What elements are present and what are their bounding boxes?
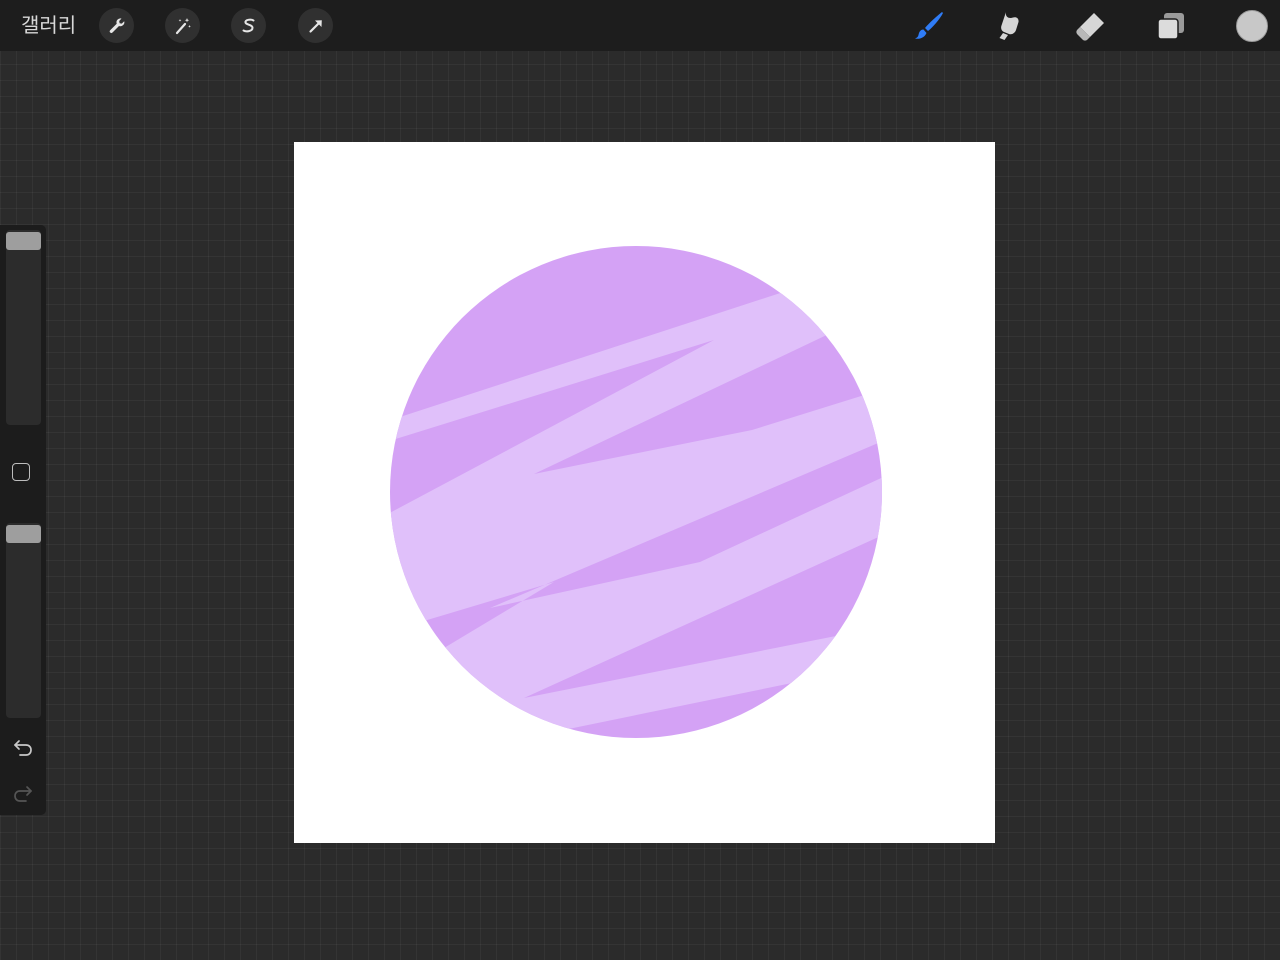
adjustments-button[interactable] (165, 8, 200, 43)
wrench-icon (109, 17, 124, 33)
gallery-button[interactable]: 갤러리 (21, 12, 76, 38)
undo-icon (14, 740, 32, 756)
transform-button[interactable] (298, 8, 333, 43)
opacity-handle[interactable] (6, 525, 41, 543)
left-sidebar (0, 225, 46, 815)
brush-size-slider[interactable] (6, 230, 41, 425)
brush-size-handle[interactable] (6, 232, 41, 250)
redo-icon (14, 786, 32, 802)
layers-button[interactable] (1153, 8, 1189, 44)
transform-arrow-icon (308, 19, 322, 33)
redo-button[interactable] (11, 781, 35, 805)
magic-wand-icon (175, 17, 191, 34)
color-picker-button[interactable] (1236, 10, 1268, 42)
brush-tool-button[interactable] (911, 8, 947, 44)
eraser-tool-button[interactable] (1072, 8, 1108, 44)
actions-button[interactable] (99, 8, 134, 43)
top-toolbar: 갤러리 (0, 0, 1280, 51)
undo-button[interactable] (11, 735, 35, 759)
smudge-tool-button[interactable] (992, 8, 1028, 44)
opacity-slider[interactable] (6, 523, 41, 718)
smudge-icon (999, 12, 1019, 40)
eraser-icon (1076, 13, 1104, 41)
procreate-app: 갤러리 (0, 0, 1280, 960)
layers-icon (1157, 13, 1184, 40)
brush-icon (915, 12, 943, 39)
planet-artwork (390, 246, 882, 738)
selection-s-icon (242, 18, 254, 32)
modify-button[interactable] (12, 463, 30, 481)
drawing-canvas[interactable] (294, 142, 995, 843)
selection-button[interactable] (231, 8, 266, 43)
